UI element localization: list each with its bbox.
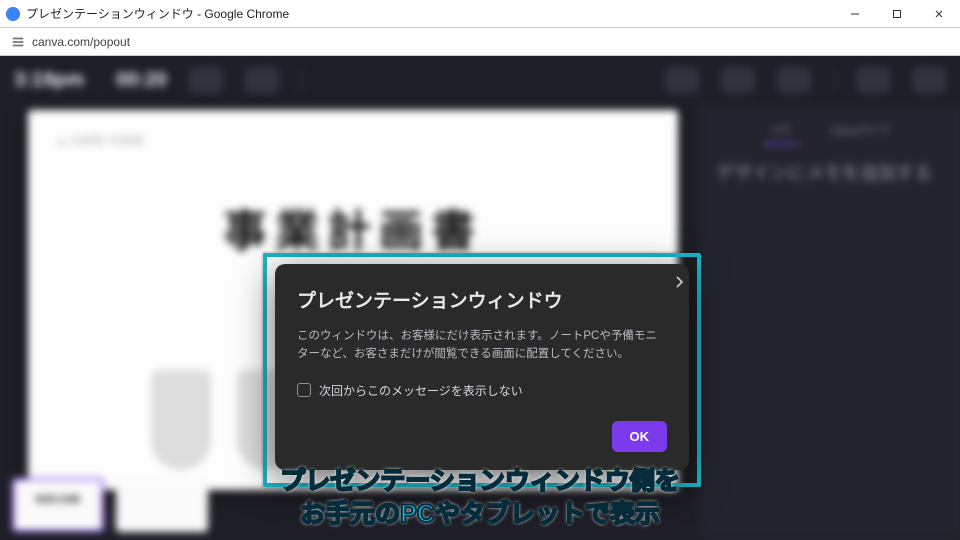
- toolbar-button[interactable]: [665, 67, 699, 93]
- presenter-topbar: 3:19pm 00:20: [0, 56, 960, 104]
- app-viewport: 3:19pm 00:20 △ CAFE CODE 事業計画書 カフェ メモ: [0, 56, 960, 540]
- url-text[interactable]: canva.com/popout: [32, 35, 130, 49]
- chrome-titlebar: プレゼンテーションウィンドウ - Google Chrome: [0, 0, 960, 28]
- minimize-button[interactable]: [834, 0, 876, 28]
- thumbnail-label: 事業計画書: [14, 480, 102, 505]
- toolbar-button[interactable]: [912, 67, 946, 93]
- dialog-title: プレゼンテーションウィンドウ: [297, 286, 667, 313]
- close-button[interactable]: [918, 0, 960, 28]
- thumbnail-2[interactable]: [116, 478, 208, 532]
- maximize-button[interactable]: [876, 0, 918, 28]
- notes-placeholder[interactable]: デザインにメモを追加する: [716, 159, 944, 188]
- site-settings-icon[interactable]: [10, 34, 26, 50]
- dialog-body: このウィンドウは、お客様にだけ表示されます。ノートPCや予備モニターなど、お客さ…: [297, 327, 667, 364]
- clock: 3:19pm: [14, 69, 84, 92]
- slide-thumbnails: 事業計画書: [12, 478, 208, 532]
- toolbar-button[interactable]: [777, 67, 811, 93]
- presentation-window-dialog: プレゼンテーションウィンドウ このウィンドウは、お客様にだけ表示されます。ノート…: [275, 264, 689, 470]
- dialog-next-button[interactable]: [667, 270, 691, 294]
- tab-notes[interactable]: メモ: [771, 122, 791, 137]
- timer-reset-button[interactable]: [245, 67, 279, 93]
- slide-title: 事業計画書: [58, 195, 648, 259]
- favicon-icon: [6, 7, 20, 21]
- divider: [833, 67, 834, 93]
- notes-panel: メモ Canvaライブ デザインにメモを追加する: [700, 104, 960, 540]
- checkbox-label: 次回からこのメッセージを表示しない: [319, 382, 523, 399]
- toolbar-button[interactable]: [856, 67, 890, 93]
- dont-show-again-checkbox[interactable]: 次回からこのメッセージを表示しない: [297, 382, 667, 399]
- thumbnail-1[interactable]: 事業計画書: [12, 478, 104, 532]
- window-title: プレゼンテーションウィンドウ - Google Chrome: [26, 5, 834, 22]
- slide-logo: △ CAFE CODE: [58, 134, 648, 147]
- elapsed-timer: 00:20: [116, 69, 167, 92]
- chrome-address-bar: canva.com/popout: [0, 28, 960, 56]
- window-controls: [834, 0, 960, 28]
- divider: [301, 67, 302, 93]
- toolbar-button[interactable]: [721, 67, 755, 93]
- checkbox-icon[interactable]: [297, 383, 311, 397]
- tab-canva-live[interactable]: Canvaライブ: [831, 122, 890, 137]
- ok-button[interactable]: OK: [612, 421, 668, 452]
- timer-control-button[interactable]: [189, 67, 223, 93]
